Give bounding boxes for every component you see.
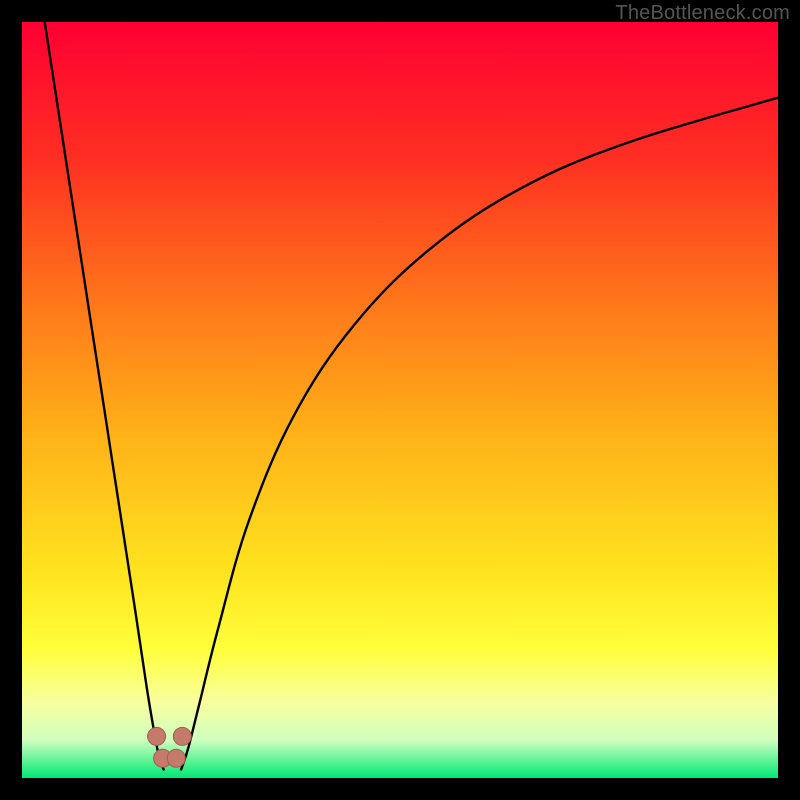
curve-left-limb <box>45 22 164 770</box>
data-marker <box>167 749 185 767</box>
data-marker <box>173 727 191 745</box>
plot-curve-layer <box>22 22 778 778</box>
data-marker <box>148 727 166 745</box>
curve-right-limb <box>181 98 778 771</box>
plot-area <box>22 22 778 778</box>
chart-container: TheBottleneck.com <box>0 0 800 800</box>
bottom-marker-group <box>148 727 192 767</box>
